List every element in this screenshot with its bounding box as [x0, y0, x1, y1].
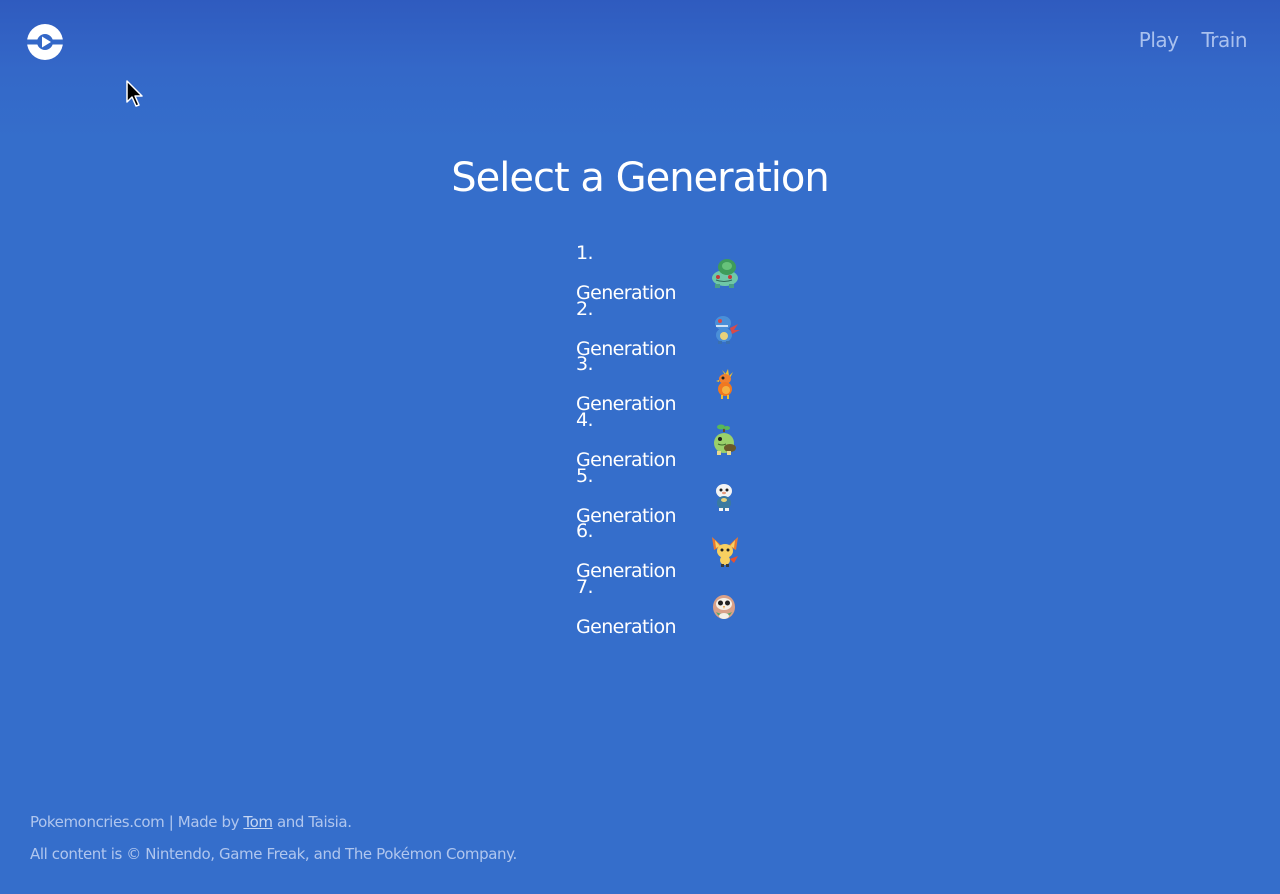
footer-and-text: and Taisia.	[272, 813, 352, 831]
mouse-cursor-icon	[126, 80, 146, 108]
footer-author-link[interactable]: Tom	[243, 813, 273, 831]
bulbasaur-sprite-icon	[708, 256, 742, 290]
footer-site-name: Pokemoncries.com	[30, 813, 165, 831]
generation-list: 1. Generation 2. Generation 3. Generatio…	[0, 242, 1280, 638]
footer-credits: Pokemoncries.com | Made by Tom and Taisi…	[30, 810, 517, 834]
generation-label: 7. Generation	[576, 575, 677, 638]
logo-play-ring-icon[interactable]	[27, 24, 63, 60]
top-nav: Play Train	[1139, 26, 1248, 54]
footer: Pokemoncries.com | Made by Tom and Taisi…	[30, 810, 517, 874]
page-title: Select a Generation	[451, 155, 829, 201]
oshawott-sprite-icon	[708, 479, 742, 513]
footer-copyright: All content is © Nintendo, Game Freak, a…	[30, 845, 517, 863]
rowlet-sprite-icon	[708, 590, 742, 624]
totodile-sprite-icon	[708, 312, 742, 346]
list-item: 7. Generation	[0, 576, 1280, 638]
generation-7-link[interactable]: 7. Generation	[538, 567, 742, 647]
footer-made-by: | Made by	[164, 813, 244, 831]
fennekin-sprite-icon	[708, 534, 742, 568]
nav-train-link[interactable]: Train	[1202, 26, 1248, 54]
torchic-sprite-icon	[708, 367, 742, 401]
nav-play-link[interactable]: Play	[1139, 26, 1179, 54]
turtwig-sprite-icon	[708, 423, 742, 457]
